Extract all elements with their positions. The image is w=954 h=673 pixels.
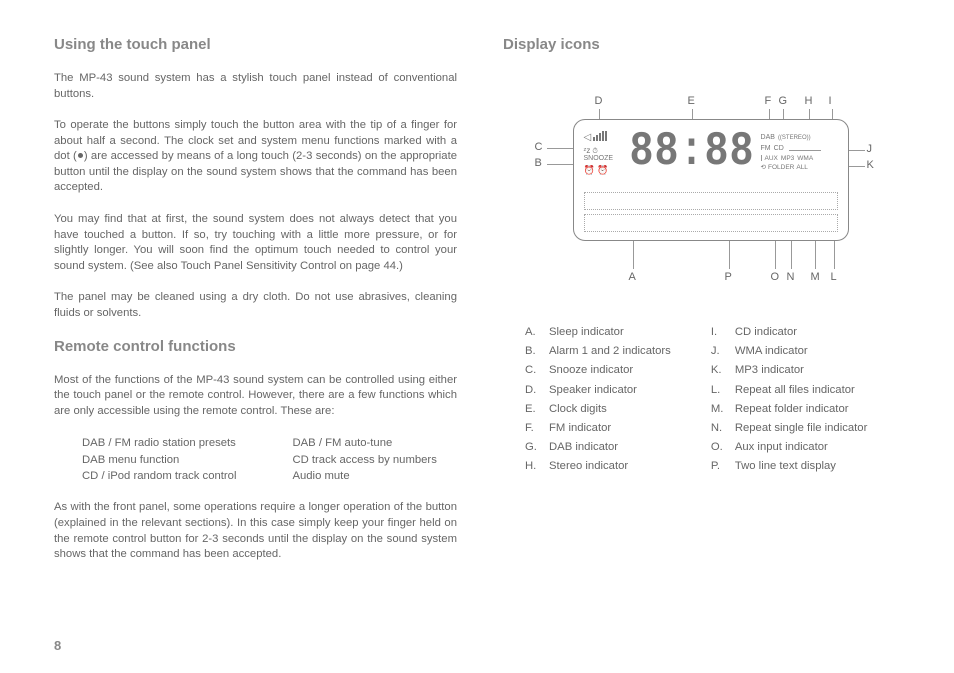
folder-indicator: FOLDER: [768, 164, 794, 171]
label-i: I: [829, 95, 832, 107]
page-number: 8: [54, 638, 61, 653]
label-d: D: [595, 95, 603, 107]
aux-indicator: AUX: [765, 155, 778, 162]
legend-item: K.MP3 indicator: [711, 361, 868, 380]
para-intro: The MP-43 sound system has a stylish tou…: [54, 71, 457, 102]
label-g: G: [779, 95, 788, 107]
alarm-icons: ⏰ ⏰: [584, 165, 628, 176]
legend-item: G.DAB indicator: [525, 438, 671, 457]
label-f: F: [765, 95, 772, 107]
legend-item: A.Sleep indicator: [525, 323, 671, 342]
bullet-dot-icon: [78, 153, 83, 158]
para-sensitivity: You may find that at first, the sound sy…: [54, 212, 457, 274]
legend-col-1: A.Sleep indicatorB.Alarm 1 and 2 indicat…: [525, 323, 671, 477]
label-l: L: [831, 271, 837, 283]
func-mute: Audio mute: [292, 468, 436, 484]
clock-digits: 88:88: [630, 129, 755, 177]
lcd-panel: ◁ ᶻz ⏱SNOOZE ⏰ ⏰ 88:88 DAB ((STEREO)) FM…: [573, 119, 849, 241]
para-remote-intro: Most of the functions of the MP-43 sound…: [54, 373, 457, 420]
legend-item: N.Repeat single file indicator: [711, 419, 868, 438]
dab-indicator: DAB: [761, 134, 775, 142]
func-cd-track: CD track access by numbers: [292, 452, 436, 468]
all-indicator: ALL: [796, 164, 808, 171]
left-column: Using the touch panel The MP-43 sound sy…: [54, 36, 457, 579]
heading-display-icons: Display icons: [503, 36, 906, 53]
para-cleaning: The panel may be cleaned using a dry clo…: [54, 290, 457, 321]
label-n: N: [787, 271, 795, 283]
cd-indicator: CD: [774, 145, 784, 153]
legend-item: M.Repeat folder indicator: [711, 400, 868, 419]
right-column: Display icons D E F G H I C B J K: [503, 36, 906, 579]
wma-indicator: WMA: [797, 155, 813, 162]
label-h: H: [805, 95, 813, 107]
legend-item: D.Speaker indicator: [525, 381, 671, 400]
legend-item: P.Two line text display: [711, 457, 868, 476]
heading-touch-panel: Using the touch panel: [54, 36, 457, 53]
fm-indicator: FM: [761, 145, 771, 153]
para-operate: To operate the buttons simply touch the …: [54, 118, 457, 196]
display-diagram: D E F G H I C B J K A P O: [515, 71, 895, 301]
text-line-1: [584, 192, 838, 210]
label-k: K: [867, 159, 874, 171]
remote-only-functions: DAB / FM radio station presets DAB menu …: [54, 435, 457, 484]
snooze-icon: ᶻz ⏱SNOOZE: [584, 147, 628, 162]
label-o: O: [771, 271, 780, 283]
legend-item: B.Alarm 1 and 2 indicators: [525, 342, 671, 361]
func-dab-menu: DAB menu function: [82, 452, 236, 468]
func-autotune: DAB / FM auto-tune: [292, 435, 436, 451]
mp3-indicator: MP3: [781, 155, 794, 162]
para-remote-long: As with the front panel, some operations…: [54, 500, 457, 562]
speaker-icon: ◁: [584, 131, 628, 144]
legend-item: H.Stereo indicator: [525, 457, 671, 476]
text-line-2: [584, 214, 838, 232]
legend-item: J.WMA indicator: [711, 342, 868, 361]
legend-item: E.Clock digits: [525, 400, 671, 419]
legend-item: F.FM indicator: [525, 419, 671, 438]
label-e: E: [688, 95, 695, 107]
legend-col-2: I.CD indicatorJ.WMA indicatorK.MP3 indic…: [711, 323, 868, 477]
label-p: P: [725, 271, 732, 283]
label-b: B: [535, 157, 542, 169]
label-m: M: [811, 271, 820, 283]
stereo-indicator: ((STEREO)): [778, 135, 811, 142]
label-a: A: [629, 271, 636, 283]
legend-item: C.Snooze indicator: [525, 361, 671, 380]
func-presets: DAB / FM radio station presets: [82, 435, 236, 451]
legend-item: I.CD indicator: [711, 323, 868, 342]
func-random: CD / iPod random track control: [82, 468, 236, 484]
legend-item: O.Aux input indicator: [711, 438, 868, 457]
label-c: C: [535, 141, 543, 153]
label-j: J: [867, 143, 873, 155]
heading-remote: Remote control functions: [54, 338, 457, 355]
repeat-icon: ⟲: [761, 164, 766, 171]
legend-item: L.Repeat all files indicator: [711, 381, 868, 400]
icon-legend: A.Sleep indicatorB.Alarm 1 and 2 indicat…: [503, 323, 906, 477]
